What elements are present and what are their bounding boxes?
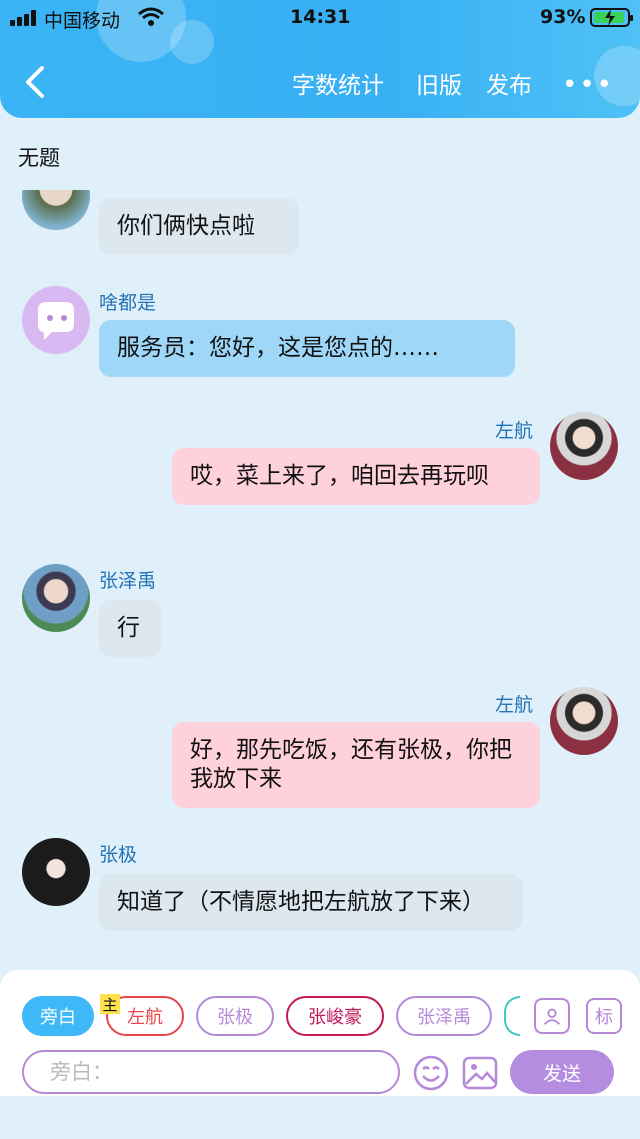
back-icon[interactable]: [20, 64, 50, 100]
chat-area[interactable]: 你们俩快点啦 啥都是 服务员：您好，这是您点的…… 左航 哎，菜上来了，咱回去再…: [0, 190, 640, 970]
sender-name: 张极: [99, 844, 138, 866]
input-panel: 旁白 左航 主 张极 张峻豪 张泽禹 标 旁白： 发送: [0, 970, 640, 1096]
role-chip-narrator[interactable]: 旁白: [22, 996, 94, 1036]
main-role-badge: 主: [100, 994, 120, 1014]
message-bubble[interactable]: 服务员：您好，这是您点的……: [99, 320, 515, 377]
avatar[interactable]: [22, 564, 90, 632]
role-chip-zhangji[interactable]: 张极: [196, 996, 274, 1036]
signal-icon: [10, 10, 40, 26]
add-character-icon[interactable]: [534, 998, 570, 1034]
send-button[interactable]: 发送: [510, 1050, 614, 1094]
message-input[interactable]: 旁白：: [22, 1050, 400, 1094]
sender-name: 左航: [495, 694, 534, 716]
publish-button[interactable]: 发布: [486, 66, 532, 100]
old-version-button[interactable]: 旧版: [416, 66, 462, 100]
emoji-icon[interactable]: [412, 1054, 450, 1092]
battery-icon: [590, 8, 633, 27]
message-bubble[interactable]: 好，那先吃饭，还有张极，你把我放下来: [172, 722, 540, 808]
role-chip-more[interactable]: [504, 996, 520, 1036]
message-bubble[interactable]: 行: [99, 600, 161, 657]
more-icon[interactable]: •••: [562, 70, 614, 100]
avatar[interactable]: [22, 286, 90, 354]
image-icon[interactable]: [462, 1056, 498, 1090]
avatar[interactable]: [22, 838, 90, 906]
avatar[interactable]: [550, 412, 618, 480]
page-title: 无题: [18, 146, 60, 170]
role-chip-zhangzeyu[interactable]: 张泽禹: [396, 996, 492, 1036]
carrier-label: 中国移动: [44, 10, 121, 32]
header-bar: 中国移动 14:31 93% 字数统计 旧版 发布 •••: [0, 0, 640, 118]
word-count-button[interactable]: 字数统计: [292, 66, 384, 100]
status-bar: 中国移动 14:31 93%: [0, 0, 640, 36]
sender-name: 张泽禹: [99, 570, 157, 592]
sender-name: 啥都是: [99, 292, 157, 314]
avatar[interactable]: [22, 190, 90, 230]
sender-name: 左航: [495, 420, 534, 442]
message-bubble[interactable]: 你们俩快点啦: [99, 198, 299, 255]
message-bubble[interactable]: 知道了（不情愿地把左航放了下来）: [99, 874, 523, 931]
wifi-icon: [138, 7, 164, 26]
role-chip-zhangjunhao[interactable]: 张峻豪: [286, 996, 384, 1036]
avatar[interactable]: [550, 687, 618, 755]
battery-percent: 93%: [540, 6, 586, 28]
tag-button[interactable]: 标: [586, 998, 622, 1034]
status-time: 14:31: [290, 6, 351, 28]
message-bubble[interactable]: 哎，菜上来了，咱回去再玩呗: [172, 448, 540, 505]
